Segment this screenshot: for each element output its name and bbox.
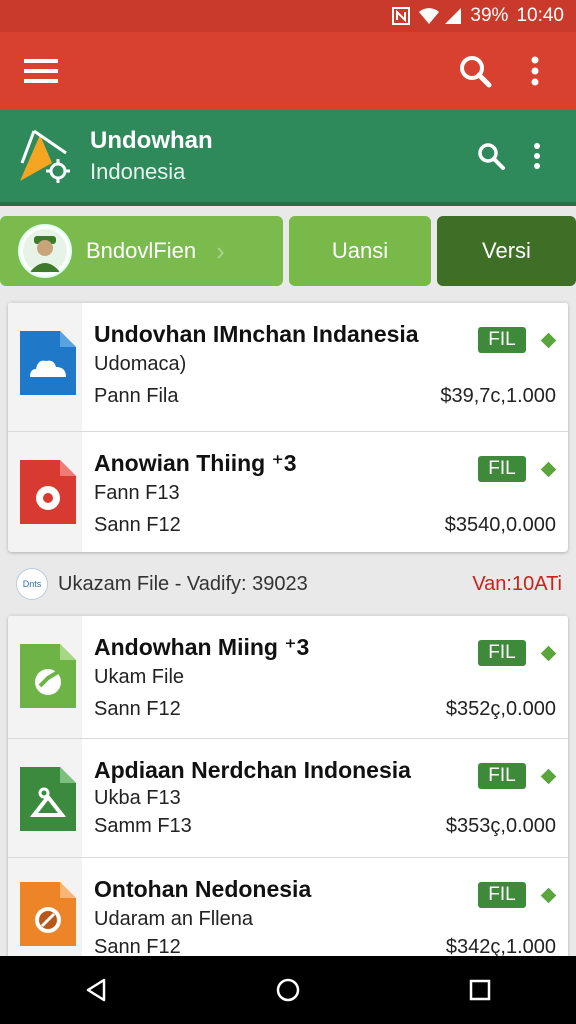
tab-versi[interactable]: Versi: [437, 216, 576, 286]
item-price: $3540,0.000: [444, 514, 556, 536]
home-button[interactable]: [265, 967, 311, 1013]
header-bar: Undowhan Indonesia: [0, 110, 576, 206]
list-item[interactable]: Apdiaan Nerdchan Indonesia Ukba F13 Samm…: [8, 738, 568, 857]
menu-button[interactable]: [18, 48, 64, 94]
info-strip: Dnts Ukazam File - Vadify: 39023 Van:10A…: [0, 556, 576, 612]
app-logo: [20, 129, 70, 183]
diamond-icon: [540, 768, 557, 785]
battery-text: 39%: [470, 5, 509, 26]
avatar: [18, 224, 72, 278]
list-item[interactable]: Andowhan Miing ⁺3 Ukam File Sann F12 FIL…: [8, 615, 568, 738]
gear-doc-icon: [20, 460, 76, 524]
recents-square-icon: [469, 979, 491, 1001]
more-vert-icon: [531, 56, 539, 86]
item-title: Ontohan Nedonesia: [94, 876, 312, 902]
item-subtitle: Udaram an Fllena: [94, 908, 253, 930]
page-subtitle: Indonesia: [90, 159, 186, 184]
header-search-button[interactable]: [468, 133, 514, 179]
file-card-group-2: Andowhan Miing ⁺3 Ukam File Sann F12 FIL…: [8, 615, 568, 956]
tab-versi-label: Versi: [482, 238, 531, 263]
item-detail: Samm F13: [94, 815, 192, 837]
item-price: $342ç,1.000: [445, 936, 556, 956]
page-title: Undowhan: [90, 127, 213, 154]
file-badge: FIL: [478, 882, 526, 908]
item-detail: Sann F12: [94, 514, 181, 536]
tab-uansi[interactable]: Uansi: [289, 216, 431, 286]
system-nav-bar: [0, 956, 576, 1024]
item-title: Andowhan Miing ⁺3: [94, 634, 310, 660]
file-badge: FIL: [478, 763, 526, 789]
info-text: Ukazam File - Vadify: 39023: [58, 572, 308, 595]
list-item[interactable]: Anowian Thiing ⁺3 Fann F13 Sann F12 FIL …: [8, 431, 568, 552]
item-price: $352ç,0.000: [445, 698, 556, 720]
diamond-icon: [540, 332, 557, 349]
nfc-icon: [392, 7, 411, 25]
file-badge: FIL: [478, 640, 526, 666]
more-vert-icon: [534, 143, 540, 169]
tab-bar: BndovlFien › Uansi Versi: [0, 216, 576, 288]
item-subtitle: Fann F13: [94, 482, 180, 504]
avatar-person-icon: [23, 229, 67, 273]
header-more-button[interactable]: [514, 133, 560, 179]
info-badge: Dnts: [16, 568, 48, 600]
info-right-text: Van:10ATi: [472, 572, 562, 595]
home-circle-icon: [276, 978, 300, 1002]
hamburger-icon: [24, 59, 58, 83]
item-detail: Sann F12: [94, 936, 181, 956]
item-subtitle: Ukba F13: [94, 787, 181, 809]
file-card-group-1: Undovhan IMnchan Indanesia Udomaca) Pann…: [8, 302, 568, 552]
search-icon: [460, 56, 492, 88]
item-price: $353ç,0.000: [445, 815, 556, 837]
file-badge: FIL: [478, 327, 526, 353]
tab-profile-label: BndovlFien: [86, 238, 197, 263]
coin-doc-icon: [20, 882, 76, 946]
item-detail: Pann Fila: [94, 385, 179, 407]
item-price: $39,7c,1.000: [440, 385, 556, 407]
app-bar: [0, 32, 576, 110]
tab-uansi-label: Uansi: [331, 238, 389, 263]
search-icon: [478, 143, 505, 170]
list-item[interactable]: Undovhan IMnchan Indanesia Udomaca) Pann…: [8, 302, 568, 431]
cloud-doc-icon: [20, 331, 76, 395]
hanger-doc-icon: [20, 767, 76, 831]
item-title: Apdiaan Nerdchan Indonesia: [94, 757, 411, 783]
item-title: Anowian Thiing ⁺3: [94, 450, 297, 476]
back-triangle-icon: [86, 978, 106, 1002]
list-item[interactable]: Ontohan Nedonesia Udaram an Fllena Sann …: [8, 857, 568, 956]
clock: 10:40: [516, 5, 564, 26]
chevron-right-icon: ›: [216, 235, 225, 266]
status-bar: 39% 10:40: [0, 0, 576, 32]
wifi-icon: [418, 7, 440, 25]
signal-icon: [444, 7, 462, 25]
item-title: Undovhan IMnchan Indanesia: [94, 321, 419, 347]
item-subtitle: Ukam File: [94, 666, 185, 688]
refresh-doc-icon: [20, 644, 76, 708]
diamond-icon: [540, 461, 557, 478]
recents-button[interactable]: [457, 967, 503, 1013]
back-button[interactable]: [73, 967, 119, 1013]
tab-profile[interactable]: BndovlFien ›: [0, 216, 283, 286]
more-options-button[interactable]: [512, 48, 558, 94]
diamond-icon: [540, 887, 557, 904]
diamond-icon: [540, 645, 557, 662]
item-subtitle: Udomaca): [94, 353, 187, 375]
file-badge: FIL: [478, 456, 526, 482]
search-button[interactable]: [452, 48, 498, 94]
item-detail: Sann F12: [94, 698, 181, 720]
